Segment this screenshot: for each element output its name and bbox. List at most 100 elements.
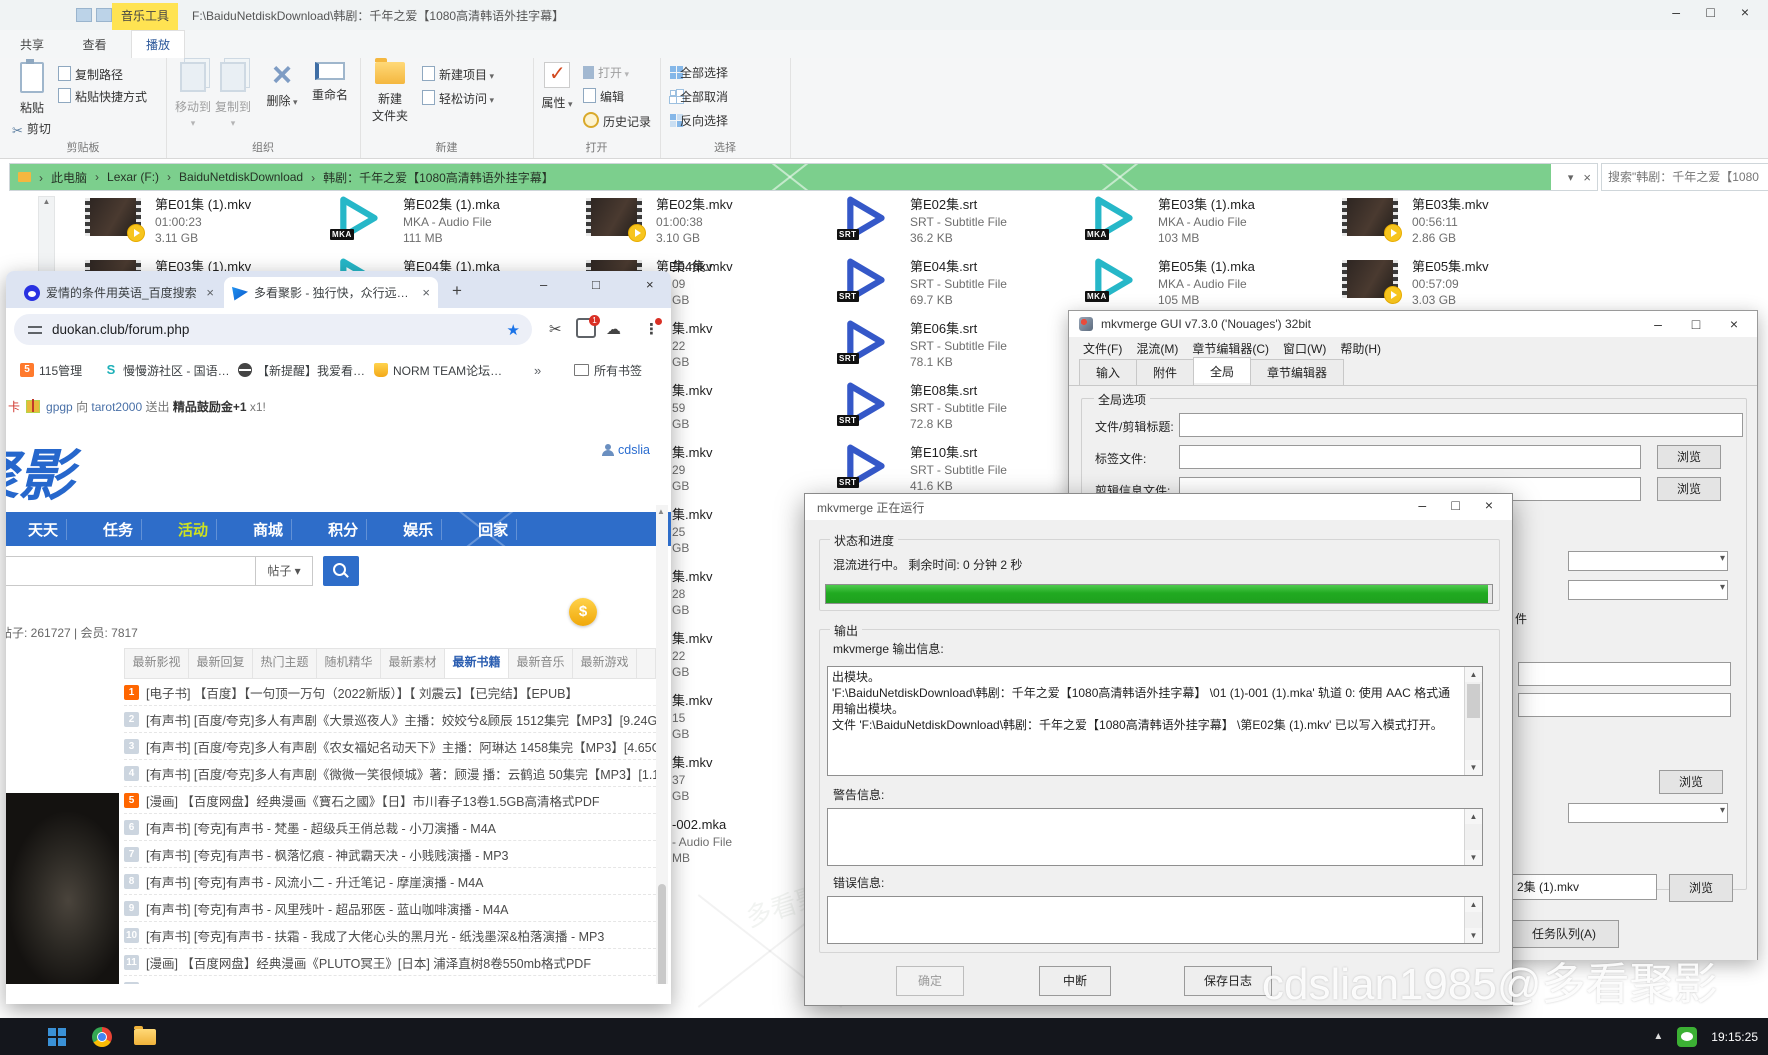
close-icon[interactable]: × <box>1719 316 1749 332</box>
select-all-button[interactable]: 全部选择 <box>670 64 728 81</box>
properties-button[interactable]: 属性 ▾ <box>539 62 575 111</box>
bookmark-item[interactable]: 5115管理 <box>20 360 82 380</box>
mkvmerge-tab[interactable]: 附件 <box>1136 359 1194 385</box>
minimize-icon[interactable]: – <box>1661 4 1691 20</box>
cut-button[interactable]: 剪切 <box>12 120 51 139</box>
warnings-box[interactable]: ▲▼ <box>827 808 1483 866</box>
start-button[interactable] <box>48 1028 66 1046</box>
thread-title[interactable]: [有声书] 【百度网盘】有声小说 共964集【MP3】[6.82G] <box>146 980 460 985</box>
tag-browse-button[interactable]: 浏览 <box>1657 445 1721 469</box>
maximize-icon[interactable]: □ <box>1696 4 1726 20</box>
search-button[interactable] <box>323 556 359 586</box>
ribbon-tab[interactable]: 播放 <box>131 30 185 59</box>
nav-item[interactable]: 回家 <box>470 519 517 540</box>
scrollbar-thumb[interactable] <box>658 884 666 984</box>
file-item-fragment[interactable]: 集.mkv25GB <box>672 506 732 568</box>
file-item[interactable]: SRT 第E02集.srtSRT - Subtitle File36.2 KB <box>840 196 1007 258</box>
menu-item[interactable]: 窗口(W) <box>1283 340 1326 357</box>
browser-menu-icon[interactable]: ⋮ <box>644 320 659 338</box>
copy-path-button[interactable]: 复制路径 <box>58 66 123 83</box>
thread-row[interactable]: 6 [有声书] [夸克]有声书 - 梵墨 - 超级兵王俏总裁 - 小刀演播 - … <box>124 814 656 841</box>
latest-tab[interactable]: 最新素材 <box>381 649 445 678</box>
thread-title[interactable]: [有声书] [夸克]有声书 - 扶霜 - 我成了大佬心头的黑月光 - 纸浅墨深&… <box>146 926 604 945</box>
tab-close-icon[interactable]: × <box>422 285 430 300</box>
maximize-icon[interactable]: □ <box>1681 316 1711 332</box>
file-item[interactable]: 第E02集.mkv01:00:383.10 GB <box>586 196 733 258</box>
bookmark-item[interactable]: S慢慢游社区 - 国语… <box>104 360 230 380</box>
move-to-button[interactable]: 移动到 ▾ <box>172 62 214 129</box>
job-queue-button[interactable]: 任务队列(A) <box>1509 920 1619 948</box>
file-item-fragment[interactable]: 集.mkv22GB <box>672 630 732 692</box>
edit-button[interactable]: 编辑 <box>583 88 624 105</box>
close-icon[interactable]: × <box>646 277 654 292</box>
easy-access-button[interactable]: 轻松访问 ▾ <box>422 90 494 107</box>
nav-item[interactable]: 任务 <box>95 519 142 540</box>
thread-title[interactable]: [有声书] [百度/夸克]多人有声剧《农女福妃名动天下》主播：阿琳达 1458集… <box>146 737 656 756</box>
thread-row[interactable]: 1 [电子书] 【百度】【一句顶一万句（2022新版）】【 刘震云】【已完结】【… <box>124 679 656 706</box>
gold-coin-icon[interactable]: $ <box>569 598 597 626</box>
invert-selection-button[interactable]: 反向选择 <box>670 112 728 129</box>
bookmark-item[interactable]: NORM TEAM论坛… <box>374 360 502 380</box>
file-item-fragment[interactable]: 集.mkv09GB <box>672 258 732 320</box>
nav-item[interactable]: 商城 <box>245 519 292 540</box>
menu-item[interactable]: 混流(M) <box>1136 340 1178 357</box>
scroll-up-icon[interactable]: ▲ <box>1465 897 1482 912</box>
split-mode-dropdown[interactable] <box>1568 551 1728 571</box>
forum-search-input[interactable] <box>6 556 256 586</box>
search-input[interactable]: 搜索"韩剧：千年之爱【1080 <box>1601 163 1768 191</box>
output-messages-box[interactable]: 出模块。'F:\BaiduNetdiskDownload\韩剧：千年之爱【108… <box>827 666 1483 776</box>
close-icon[interactable]: × <box>1730 4 1760 20</box>
scroll-up-icon[interactable]: ▲ <box>1465 667 1482 682</box>
address-bar[interactable]: 此电脑Lexar (F:)BaiduNetdiskDownload韩剧：千年之爱… <box>9 163 1598 191</box>
maximize-icon[interactable]: □ <box>1441 497 1471 513</box>
browser-tab-active[interactable]: 多看聚影 - 独行快，众行远… × <box>224 277 438 308</box>
site-logo[interactable]: 聚影 <box>6 431 74 512</box>
thread-title[interactable]: [有声书] [夸克]有声书 - 枫落忆痕 - 神武霸天决 - 小贱贱演播 - M… <box>146 845 509 864</box>
file-item[interactable]: MKA 第E03集 (1).mkaMKA - Audio File103 MB <box>1088 196 1255 258</box>
all-bookmarks-button[interactable]: 所有书签 <box>574 360 642 380</box>
file-item-fragment[interactable]: 集.mkv37GB <box>672 754 732 816</box>
logged-in-user[interactable]: cdslia <box>602 443 650 457</box>
nav-item[interactable]: 活动 <box>170 519 217 540</box>
output-scrollbar[interactable]: ▲▼ <box>1464 667 1482 775</box>
nav-item[interactable]: 娱乐 <box>395 519 442 540</box>
file-item-fragment[interactable]: -002.mka- Audio FileMB <box>672 816 732 878</box>
file-item[interactable]: SRT 第E06集.srtSRT - Subtitle File78.1 KB <box>840 320 1007 382</box>
ribbon-tab[interactable]: 共享 <box>6 31 58 59</box>
thread-title[interactable]: [有声书] [夸克]有声书 - 风流小二 - 升迁笔记 - 摩崖演播 - M4A <box>146 872 484 891</box>
thread-row[interactable]: 4 [有声书] [百度/夸克]多人有声剧《微微一笑很倾城》著：顾漫 播：云鹤追 … <box>124 760 656 787</box>
tag-file-input[interactable] <box>1179 445 1641 469</box>
bookmark-item[interactable]: 【新提醒】我爱看… <box>238 360 365 380</box>
new-item-button[interactable]: 新建项目 ▾ <box>422 66 494 83</box>
thread-row[interactable]: 12 [有声书] 【百度网盘】有声小说 共964集【MP3】[6.82G] <box>124 976 656 984</box>
thread-row[interactable]: 2 [有声书] [百度/夸克]多人有声剧《大景巡夜人》主播：姣姣兮&顾辰 151… <box>124 706 656 733</box>
new-tab-icon[interactable]: + <box>452 281 462 301</box>
breadcrumb-item[interactable]: BaiduNetdiskDownload <box>159 170 303 184</box>
latest-tab[interactable]: 随机精华 <box>317 649 381 678</box>
thread-title[interactable]: [有声书] [百度/夸克]多人有声剧《微微一笑很倾城》著：顾漫 播：云鹤追 50… <box>146 764 656 783</box>
file-item[interactable]: 第E01集 (1).mkv01:00:233.11 GB <box>85 196 251 258</box>
paste-button[interactable]: 粘贴 <box>10 62 54 116</box>
output-filename-input[interactable]: 2集 (1).mkv <box>1512 874 1657 900</box>
file-item[interactable]: 第E03集.mkv00:56:112.86 GB <box>1342 196 1489 258</box>
file-item[interactable]: MKA 第E02集 (1).mkaMKA - Audio File111 MB <box>333 196 500 258</box>
option-input[interactable] <box>1518 693 1731 717</box>
paste-shortcut-button[interactable]: 粘贴快捷方式 <box>58 88 147 105</box>
latest-tab[interactable]: 最新书籍 <box>445 649 509 678</box>
mkvmerge-tab[interactable]: 全局 <box>1193 357 1251 383</box>
ok-button[interactable]: 确定 <box>896 966 964 996</box>
maximize-icon[interactable]: □ <box>592 277 600 292</box>
ribbon-tab[interactable]: 查看 <box>68 31 120 59</box>
thread-row[interactable]: 10 [有声书] [夸克]有声书 - 扶霜 - 我成了大佬心头的黑月光 - 纸浅… <box>124 922 656 949</box>
nav-item[interactable]: 天天 <box>20 519 67 540</box>
thread-title[interactable]: [电子书] 【百度】【一句顶一万句（2022新版）】【 刘震云】【已完结】【EP… <box>146 683 578 702</box>
scroll-down-icon[interactable]: ▼ <box>1465 928 1482 943</box>
warnings-scrollbar[interactable]: ▲▼ <box>1464 809 1482 865</box>
chapter-browse-button[interactable]: 浏览 <box>1657 477 1721 501</box>
menu-item[interactable]: 文件(F) <box>1083 340 1122 357</box>
thread-title[interactable]: [漫画] 【百度网盘】经典漫画《PLUTO冥王》[日本] 浦泽直树8卷550mb… <box>146 953 591 972</box>
new-folder-button[interactable]: 新建文件夹 <box>366 62 414 124</box>
rename-button[interactable]: 重命名 <box>304 62 356 103</box>
copy-to-button[interactable]: 复制到 ▾ <box>212 62 254 129</box>
latest-tab[interactable]: 最新回复 <box>189 649 253 678</box>
